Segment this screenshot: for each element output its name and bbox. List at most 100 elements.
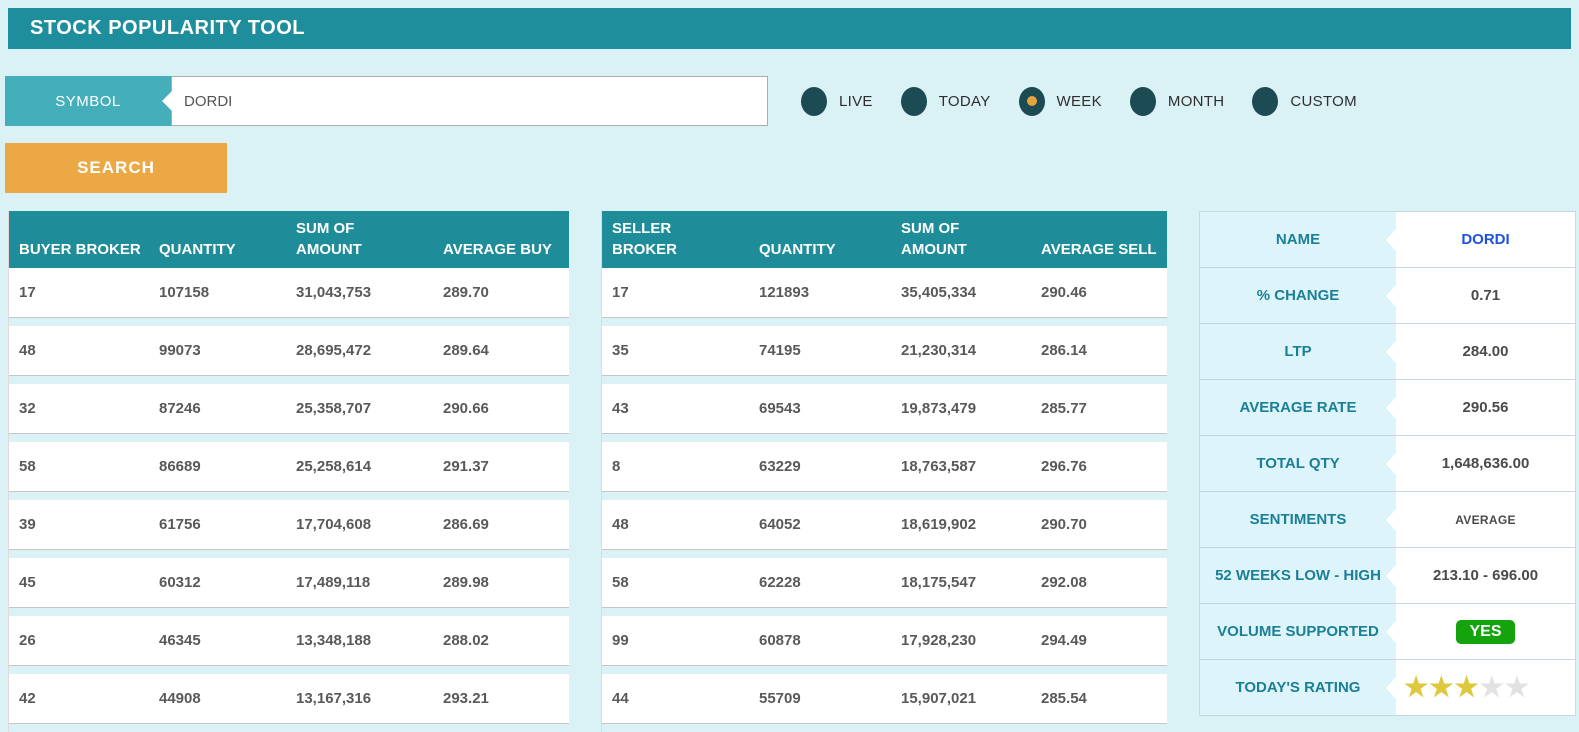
table-cell: 26 bbox=[19, 632, 36, 649]
table-cell: 44 bbox=[612, 690, 629, 707]
column-header-sum-of-amount: SUM OF AMOUNT bbox=[296, 220, 362, 258]
buyer-table-header: BUYER BROKER QUANTITY SUM OF AMOUNT AVER… bbox=[9, 211, 569, 268]
table-cell: 291.37 bbox=[443, 458, 489, 475]
table-cell: 13,348,188 bbox=[296, 632, 372, 649]
radio-selected-icon[interactable] bbox=[1018, 86, 1045, 116]
table-cell: 17,928,230 bbox=[901, 632, 977, 649]
period-option-live[interactable]: LIVE bbox=[801, 86, 873, 116]
stat-row: TODAY'S RATING ★ ★ ★ ★ ★ bbox=[1200, 660, 1575, 716]
table-cell: 61756 bbox=[159, 516, 201, 533]
table-cell: 293.21 bbox=[443, 690, 489, 707]
table-cell: 58 bbox=[612, 574, 629, 591]
stat-row: TOTAL QTY 1,648,636.00 bbox=[1200, 436, 1575, 492]
stat-value: AVERAGE bbox=[1396, 492, 1575, 547]
radio-unselected-icon[interactable] bbox=[801, 86, 827, 116]
radio-unselected-icon[interactable] bbox=[1129, 86, 1156, 116]
stat-value: 1,648,636.00 bbox=[1396, 436, 1575, 491]
symbol-input-wrapper bbox=[171, 76, 768, 126]
period-option-month[interactable]: MONTH bbox=[1129, 86, 1225, 116]
star-empty-icon: ★ bbox=[1479, 672, 1505, 702]
period-option-week[interactable]: WEEK bbox=[1018, 86, 1102, 116]
table-cell: 289.64 bbox=[443, 342, 489, 359]
radio-unselected-icon[interactable] bbox=[900, 86, 927, 116]
table-cell: 17,704,608 bbox=[296, 516, 372, 533]
table-row: 8 63229 18,763,587 296.76 bbox=[602, 442, 1167, 492]
table-row: 48 64052 18,619,902 290.70 bbox=[602, 500, 1167, 550]
seller-table-header: SELLER BROKER QUANTITY SUM OF AMOUNT AVE… bbox=[602, 211, 1167, 268]
table-row: 58 86689 25,258,614 291.37 bbox=[9, 442, 569, 492]
table-row: 39 61756 17,704,608 286.69 bbox=[9, 500, 569, 550]
period-option-custom[interactable]: CUSTOM bbox=[1252, 86, 1357, 116]
table-cell: 294.49 bbox=[1041, 632, 1087, 649]
stat-value: YES bbox=[1396, 604, 1575, 659]
table-row: 99 60878 17,928,230 294.49 bbox=[602, 616, 1167, 666]
stat-value: 213.10 - 696.00 bbox=[1396, 548, 1575, 603]
stat-label: LTP bbox=[1200, 324, 1396, 379]
star-filled-icon: ★ bbox=[1454, 672, 1480, 702]
stat-label: TODAY'S RATING bbox=[1200, 660, 1396, 715]
symbol-input[interactable] bbox=[172, 77, 767, 125]
stat-row: LTP 284.00 bbox=[1200, 324, 1575, 380]
table-cell: 99 bbox=[612, 632, 629, 649]
buyer-table: BUYER BROKER QUANTITY SUM OF AMOUNT AVER… bbox=[8, 211, 569, 732]
column-header-buyer-broker: BUYER BROKER bbox=[19, 241, 141, 258]
table-cell: 87246 bbox=[159, 400, 201, 417]
table-cell: 8 bbox=[612, 458, 621, 475]
period-option-today[interactable]: TODAY bbox=[900, 86, 991, 116]
search-button[interactable]: SEARCH bbox=[5, 143, 227, 193]
stat-value-text: AVERAGE bbox=[1455, 512, 1516, 527]
table-row: 48 99073 28,695,472 289.64 bbox=[9, 326, 569, 376]
stat-value: DORDI bbox=[1396, 212, 1575, 267]
period-label: MONTH bbox=[1167, 92, 1225, 110]
stat-row: NAME DORDI bbox=[1200, 212, 1575, 268]
table-cell: 15,907,021 bbox=[901, 690, 977, 707]
table-cell: 62228 bbox=[759, 574, 801, 591]
stat-value-text: 213.10 - 696.00 bbox=[1432, 567, 1539, 584]
table-cell: 99073 bbox=[159, 342, 201, 359]
table-cell: 18,763,587 bbox=[901, 458, 977, 475]
table-cell: 74195 bbox=[759, 342, 801, 359]
table-cell: 48 bbox=[19, 342, 36, 359]
column-header-seller-broker: SELLER BROKER bbox=[612, 220, 678, 258]
table-cell: 64052 bbox=[759, 516, 801, 533]
table-cell: 17 bbox=[19, 284, 36, 301]
stat-label: VOLUME SUPPORTED bbox=[1200, 604, 1396, 659]
stat-value-text: DORDI bbox=[1461, 231, 1510, 248]
stat-label: 52 WEEKS LOW - HIGH bbox=[1200, 548, 1396, 603]
table-cell: 25,258,614 bbox=[296, 458, 372, 475]
column-header-average-sell: AVERAGE SELL bbox=[1041, 241, 1157, 258]
stat-value-text: 1,648,636.00 bbox=[1441, 455, 1530, 472]
table-row: 32 87246 25,358,707 290.66 bbox=[9, 384, 569, 434]
table-cell: 55709 bbox=[759, 690, 801, 707]
table-row: 44 55709 15,907,021 285.54 bbox=[602, 674, 1167, 724]
table-cell: 289.70 bbox=[443, 284, 489, 301]
table-cell: 25,358,707 bbox=[296, 400, 372, 417]
seller-table: SELLER BROKER QUANTITY SUM OF AMOUNT AVE… bbox=[601, 211, 1167, 732]
stock-stats-panel: NAME DORDI % CHANGE 0.71 LTP 284.00 AVERAGE RA… bbox=[1199, 211, 1576, 716]
star-empty-icon: ★ bbox=[1504, 672, 1531, 702]
stat-label: AVERAGE RATE bbox=[1200, 380, 1396, 435]
radio-unselected-icon[interactable] bbox=[1252, 86, 1279, 116]
table-cell: 107158 bbox=[159, 284, 210, 301]
table-cell: 63229 bbox=[759, 458, 801, 475]
stat-value: 0.71 bbox=[1396, 268, 1575, 323]
table-cell: 69543 bbox=[759, 400, 801, 417]
table-cell: 13,167,316 bbox=[296, 690, 372, 707]
stat-row: 52 WEEKS LOW - HIGH 213.10 - 696.00 bbox=[1200, 548, 1575, 604]
table-cell: 17,489,118 bbox=[296, 574, 371, 591]
table-cell: 285.54 bbox=[1041, 690, 1087, 707]
period-label: WEEK bbox=[1056, 92, 1102, 110]
table-row: 17 121893 35,405,334 290.46 bbox=[602, 268, 1167, 318]
table-cell: 60878 bbox=[759, 632, 801, 649]
table-cell: 290.70 bbox=[1041, 516, 1087, 533]
table-cell: 32 bbox=[19, 400, 36, 417]
table-cell: 60312 bbox=[159, 574, 201, 591]
table-row: 35 74195 21,230,314 286.14 bbox=[602, 326, 1167, 376]
stat-value-text: 284.00 bbox=[1462, 343, 1509, 360]
stat-label: SENTIMENTS bbox=[1200, 492, 1396, 547]
table-cell: 290.46 bbox=[1041, 284, 1087, 301]
table-cell: 286.14 bbox=[1041, 342, 1087, 359]
table-cell: 17 bbox=[612, 284, 629, 301]
stat-value-text: 290.56 bbox=[1462, 399, 1509, 416]
buyer-table-rows: 17 107158 31,043,753 289.70 48 99073 28,695,47… bbox=[9, 268, 569, 724]
